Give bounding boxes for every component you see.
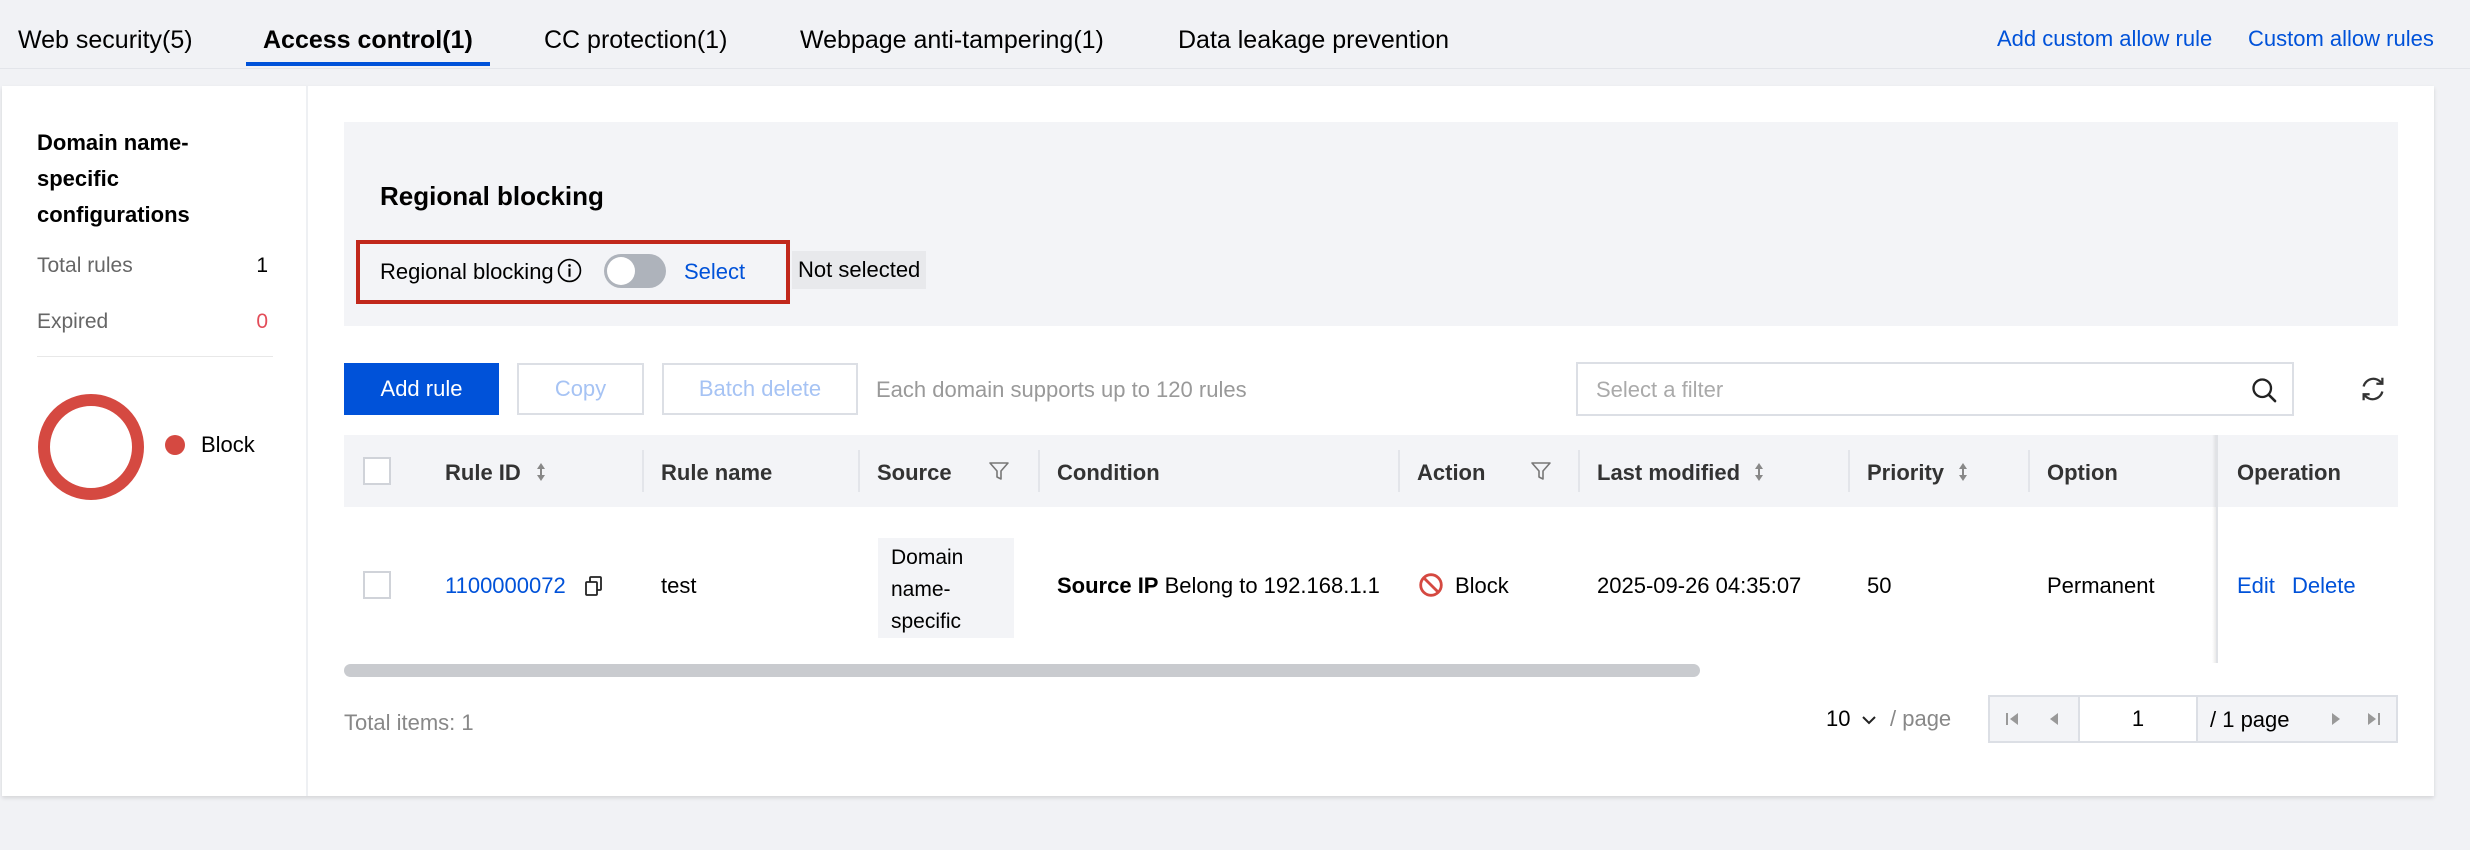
- column-separator: [2028, 450, 2030, 492]
- block-legend-dot: [165, 435, 185, 455]
- rule-type-donut-chart: [38, 394, 144, 500]
- column-separator: [858, 450, 860, 492]
- tab-web-security[interactable]: Web security(5): [18, 26, 193, 55]
- column-separator: [1848, 450, 1850, 492]
- last-modified-cell: 2025-09-26 04:35:07: [1597, 573, 1802, 598]
- add-custom-allow-rule-link[interactable]: Add custom allow rule: [1997, 26, 2212, 52]
- column-separator: [1398, 450, 1400, 492]
- tab-bar-divider: [0, 68, 2470, 69]
- sidebar-divider: [306, 86, 308, 796]
- source-tag: Domain name-specific: [878, 538, 1014, 638]
- row-checkbox[interactable]: [363, 571, 391, 599]
- option-cell: Permanent: [2047, 573, 2155, 598]
- page-size-value: 10: [1826, 706, 1851, 731]
- select-all-checkbox[interactable]: [363, 457, 391, 485]
- total-rules-value: 1: [256, 254, 268, 277]
- rule-limit-hint: Each domain supports up to 120 rules: [876, 377, 1247, 402]
- column-header-condition: Condition: [1057, 460, 1160, 485]
- column-separator: [642, 450, 644, 492]
- edit-link[interactable]: Edit: [2237, 573, 2275, 599]
- regional-blocking-toggle[interactable]: [604, 254, 666, 288]
- column-header-rule-id[interactable]: Rule ID: [445, 460, 521, 486]
- filter-search-input[interactable]: Select a filter: [1576, 362, 2294, 416]
- total-pages-label: / 1 page: [2210, 707, 2290, 732]
- sidebar-separator: [37, 356, 273, 357]
- regional-blocking-select-link[interactable]: Select: [684, 259, 745, 285]
- refresh-icon[interactable]: [2358, 374, 2388, 404]
- column-header-rule-name: Rule name: [661, 460, 773, 485]
- expired-label: Expired: [37, 310, 109, 333]
- block-legend-label: Block: [201, 432, 255, 457]
- column-header-source: Source: [877, 460, 952, 485]
- add-rule-button[interactable]: Add rule: [344, 363, 499, 415]
- column-header-option: Option: [2047, 460, 2118, 485]
- condition-cell: Source IP Belong to 192.168.1.1: [1057, 573, 1380, 599]
- custom-allow-rules-link[interactable]: Custom allow rules: [2248, 26, 2434, 52]
- search-icon[interactable]: [2250, 376, 2278, 404]
- rule-id-link[interactable]: 1100000072: [445, 573, 566, 599]
- regional-blocking-status: Not selected: [792, 251, 927, 289]
- next-page-icon[interactable]: [2316, 697, 2356, 741]
- column-separator: [1578, 450, 1580, 492]
- tab-cc-protection[interactable]: CC protection(1): [544, 26, 727, 55]
- expired-value: 0: [256, 310, 268, 333]
- toggle-knob: [607, 257, 635, 285]
- per-page-label: / page: [1890, 706, 1952, 731]
- rule-id-sort-icon[interactable]: [533, 460, 549, 484]
- rule-name-cell: test: [661, 573, 697, 598]
- tab-data-leakage-prevention[interactable]: Data leakage prevention: [1178, 26, 1449, 55]
- tab-access-control[interactable]: Access control(1): [263, 26, 473, 55]
- first-page-icon[interactable]: [1992, 697, 2032, 741]
- action-filter-icon[interactable]: [1530, 460, 1552, 482]
- column-header-action: Action: [1417, 460, 1486, 485]
- condition-text: Belong to 192.168.1.1: [1164, 573, 1380, 598]
- regional-blocking-label: Regional blocking: [380, 259, 554, 284]
- regional-blocking-title: Regional blocking: [380, 181, 604, 211]
- operation-column-divider: [2216, 435, 2218, 663]
- sidebar-title: Domain name-specific configurations: [37, 130, 190, 227]
- total-rules-label: Total rules: [37, 254, 133, 277]
- last-modified-sort-icon[interactable]: [1751, 460, 1767, 484]
- page-number-input[interactable]: 1: [2078, 697, 2198, 741]
- column-header-operation: Operation: [2237, 460, 2341, 485]
- info-icon[interactable]: [557, 258, 582, 283]
- active-tab-indicator: [246, 62, 490, 66]
- action-cell: Block: [1455, 573, 1509, 598]
- tab-webpage-anti-tampering[interactable]: Webpage anti-tampering(1): [800, 26, 1104, 55]
- filter-placeholder: Select a filter: [1596, 377, 1724, 402]
- column-header-priority[interactable]: Priority: [1867, 460, 1944, 486]
- copy-button[interactable]: Copy: [517, 363, 644, 415]
- chevron-down-icon: [1861, 716, 1876, 725]
- total-items-label: Total items: 1: [344, 710, 474, 735]
- previous-page-icon[interactable]: [2034, 697, 2074, 741]
- block-icon: [1419, 573, 1443, 597]
- batch-delete-button[interactable]: Batch delete: [662, 363, 858, 415]
- delete-link[interactable]: Delete: [2292, 573, 2356, 599]
- condition-field: Source IP: [1057, 573, 1159, 598]
- column-header-last-modified[interactable]: Last modified: [1597, 460, 1740, 486]
- source-filter-icon[interactable]: [988, 460, 1010, 482]
- column-separator: [1038, 450, 1040, 492]
- priority-sort-icon[interactable]: [1955, 460, 1971, 484]
- page-size-select[interactable]: 10: [1826, 706, 1877, 732]
- pagination-control: 1 / 1 page: [1988, 695, 2398, 743]
- priority-cell: 50: [1867, 573, 1892, 598]
- table-horizontal-scrollbar[interactable]: [344, 664, 1700, 677]
- last-page-icon[interactable]: [2354, 697, 2394, 741]
- copy-icon[interactable]: [584, 575, 604, 597]
